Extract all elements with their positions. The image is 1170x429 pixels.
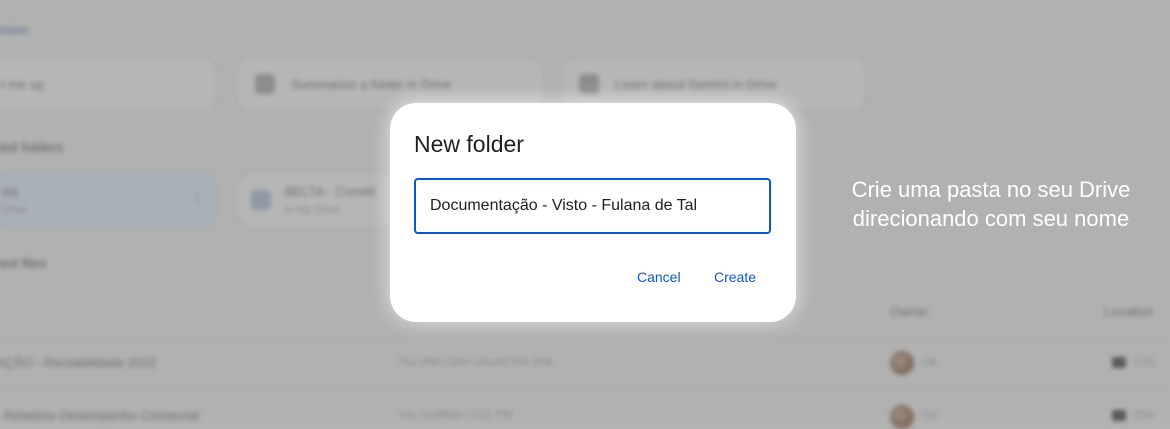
avatar — [890, 351, 914, 375]
link-fragment: ssion — [0, 22, 29, 37]
file-reason: You modified • 3:01 PM — [398, 409, 513, 421]
folder-location: Drive — [1, 204, 27, 216]
owner-column-header[interactable]: Owner — [890, 304, 928, 319]
more-options-icon[interactable]: ⋮ — [191, 191, 204, 207]
suggestion-label: t me up — [1, 77, 45, 92]
avatar — [890, 405, 914, 429]
folder-name-input[interactable] — [414, 178, 771, 234]
caption-line-2: direcionando com seu nome — [852, 206, 1130, 231]
row-divider — [0, 337, 1170, 338]
cancel-button[interactable]: Cancel — [631, 265, 687, 289]
create-button[interactable]: Create — [708, 265, 762, 289]
folder-icon — [251, 190, 271, 210]
suggestion-label: Learn about Gemini in Drive — [615, 77, 777, 92]
folder-card-2[interactable]: BELTA - Comitê in My Drive — [236, 172, 408, 228]
location-column-header[interactable]: Location — [1104, 304, 1153, 319]
suggestion-label: Summarize a folder in Drive — [291, 77, 452, 92]
file-location: COL — [1134, 356, 1157, 368]
file-location: Dire — [1134, 409, 1155, 421]
folder-name: sta — [1, 184, 19, 199]
suggestion-card-1[interactable]: t me up — [0, 57, 218, 111]
folder-summary-icon — [255, 74, 275, 94]
file-name: - Relatório Desempenho Comercial — [0, 408, 200, 423]
file-name: AÇÃO - Rentabilidade 2022 — [0, 355, 157, 370]
instruction-caption: Crie uma pasta no seu Drive direcionando… — [812, 175, 1170, 233]
caption-line-1: Crie uma pasta no seu Drive — [851, 177, 1131, 202]
row-divider — [0, 389, 1170, 390]
folder-icon — [1112, 410, 1126, 421]
folder-icon — [1112, 357, 1126, 368]
files-heading: ted files — [0, 255, 47, 271]
new-folder-dialog: New folder Cancel Create — [390, 103, 796, 322]
owner-name: me — [922, 356, 938, 368]
dialog-title: New folder — [414, 131, 524, 157]
folders-heading: ted folders — [0, 139, 64, 155]
folder-location: in My Drive — [285, 204, 341, 216]
file-reason: You often open around this time — [398, 356, 553, 368]
owner-name: me — [922, 409, 938, 421]
folder-name: BELTA - Comitê — [285, 184, 377, 199]
gemini-icon — [579, 74, 599, 94]
folder-card-1[interactable]: sta Drive ⋮ — [0, 172, 217, 228]
